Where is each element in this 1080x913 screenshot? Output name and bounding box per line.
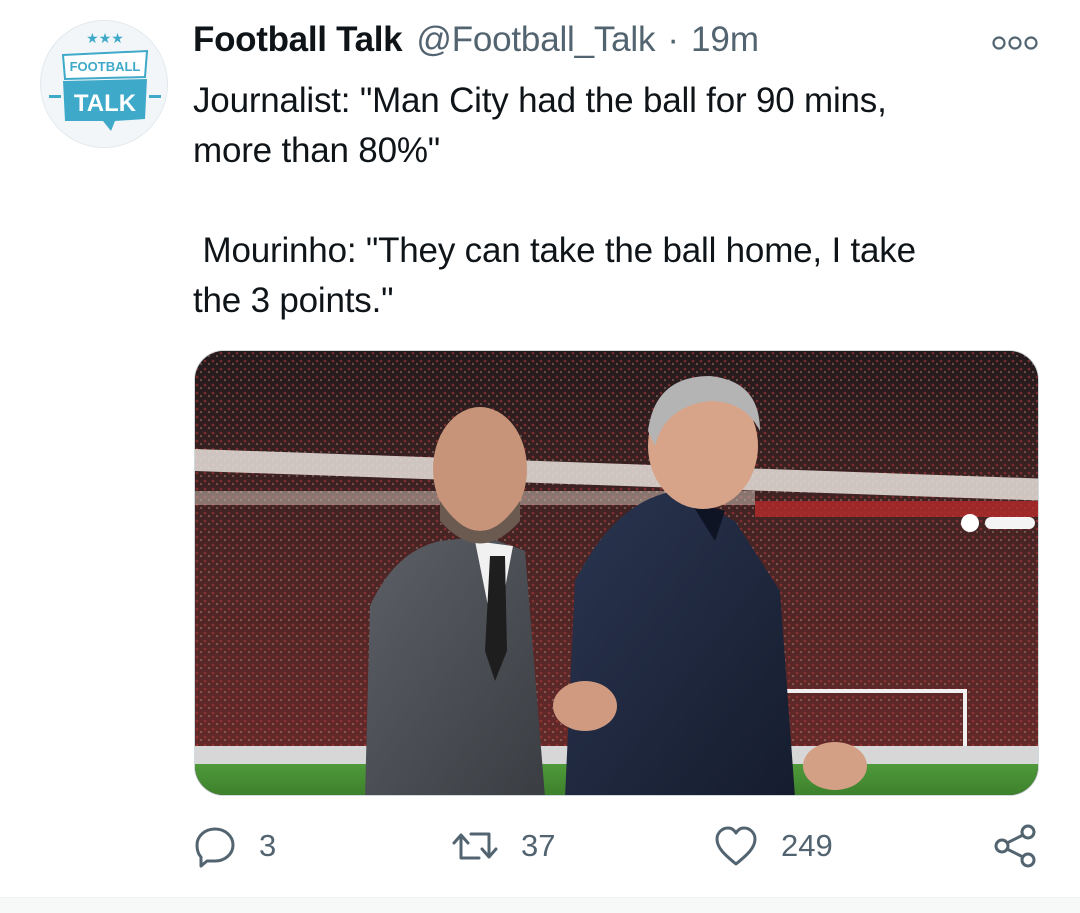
tweet-photo[interactable] [194, 350, 1039, 796]
like-button[interactable]: 249 [713, 820, 833, 872]
tweet-text-line: more than 80%" [193, 131, 440, 170]
retweet-count: 37 [521, 828, 556, 863]
retweet-button[interactable]: 37 [451, 820, 555, 872]
photo-image [195, 351, 1038, 795]
display-name[interactable]: Football Talk [193, 20, 403, 60]
avatar[interactable]: ★★★ FOOTBALL TALK [40, 20, 168, 148]
tweet-actions: 3 37 249 [193, 820, 1040, 872]
timestamp[interactable]: 19m [691, 20, 759, 60]
more-button[interactable] [990, 28, 1040, 58]
tweet-text-line: the 3 points." [193, 281, 394, 320]
svg-text:★★★: ★★★ [86, 31, 124, 47]
tweet-text-line: Journalist: "Man City had the ball for 9… [193, 81, 887, 120]
separator-dot: · [667, 20, 679, 59]
logo-text-bottom: TALK [74, 90, 137, 117]
user-handle[interactable]: @Football_Talk [416, 20, 655, 60]
tweet-text: Journalist: "Man City had the ball for 9… [193, 76, 1013, 326]
logo-text-top: FOOTBALL [70, 59, 141, 74]
tweet-card[interactable]: ★★★ FOOTBALL TALK Football Talk @Footbal… [0, 0, 1080, 897]
share-button[interactable] [993, 820, 1039, 872]
reply-count: 3 [259, 828, 277, 863]
like-count: 249 [781, 828, 833, 863]
reply-bubble-icon [195, 827, 235, 868]
heart-icon [715, 826, 757, 866]
timeline-divider [0, 897, 1080, 913]
share-nodes-icon [994, 824, 1036, 868]
football-talk-logo: ★★★ FOOTBALL TALK [41, 21, 167, 147]
reply-button[interactable]: 3 [193, 820, 276, 872]
more-dots-icon [992, 36, 1038, 50]
tweet-header: Football Talk @Football_Talk · 19m [193, 20, 759, 66]
retweet-arrows-icon [452, 832, 498, 860]
tweet-text-line: Mourinho: "They can take the ball home, … [193, 231, 917, 270]
